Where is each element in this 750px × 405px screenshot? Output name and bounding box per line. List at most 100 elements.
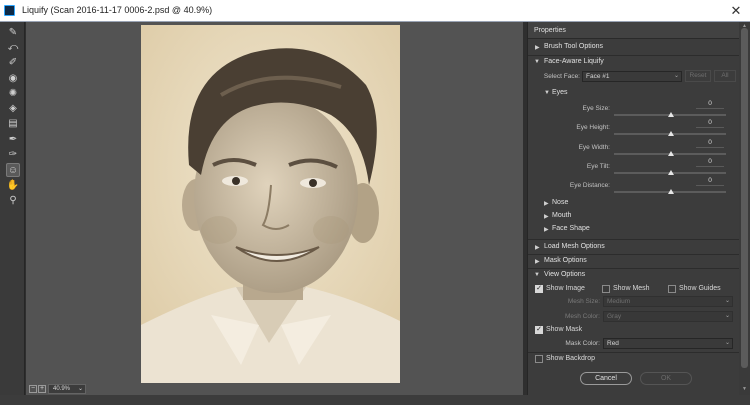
panel-title: Properties	[528, 22, 740, 39]
slider-knob[interactable]	[668, 170, 674, 175]
mesh-size-dropdown[interactable]: Medium ⌄	[603, 296, 733, 307]
section-load-mesh-options[interactable]: ▶ Load Mesh Options	[528, 241, 740, 254]
face-tool-icon[interactable]: ☺	[6, 163, 20, 177]
section-label: Mask Options	[544, 257, 587, 264]
show-guides-checkbox[interactable]	[668, 285, 676, 293]
chevron-down-icon: ▼	[544, 90, 550, 96]
eye-distance-value[interactable]: 0	[696, 177, 724, 186]
zoom-tool-icon[interactable]: ⚲	[6, 194, 20, 208]
chevron-right-icon: ▶	[535, 245, 540, 251]
portrait-illustration	[141, 25, 400, 384]
eye-height-slider[interactable]	[614, 131, 726, 136]
eye-distance-slider[interactable]	[614, 189, 726, 194]
chevron-right-icon: ▶	[544, 214, 549, 220]
thaw-mask-tool-icon[interactable]: ✑	[6, 148, 20, 162]
reset-button[interactable]: Reset	[685, 70, 711, 82]
mask-color-dropdown[interactable]: Red ⌄	[603, 338, 733, 349]
show-backdrop-label: Show Backdrop	[546, 355, 596, 362]
chevron-down-icon: ▼	[534, 59, 540, 65]
mask-color-value: Red	[607, 340, 619, 347]
mesh-size-value: Medium	[607, 298, 631, 305]
twirl-clockwise-tool-icon[interactable]: ◉	[6, 72, 20, 86]
subsection-label: Face Shape	[552, 225, 590, 232]
scroll-down-icon[interactable]: ▼	[742, 386, 747, 392]
show-mask-label: Show Mask	[546, 326, 583, 333]
chevron-down-icon: ▼	[534, 272, 540, 278]
all-button[interactable]: All	[714, 70, 736, 82]
zoom-level-select[interactable]: 40.9% ⌄	[48, 384, 86, 394]
close-icon[interactable]: ✕	[728, 3, 744, 19]
scrollbar-thumb[interactable]	[741, 28, 748, 368]
eye-width-slider[interactable]	[614, 151, 726, 156]
chevron-down-icon: ⌄	[724, 313, 730, 319]
cancel-button[interactable]: Cancel	[580, 372, 632, 385]
chevron-right-icon: ▶	[544, 227, 549, 233]
subsection-face-shape[interactable]: ▶ Face Shape	[528, 223, 740, 236]
portrait-photo[interactable]	[141, 25, 400, 384]
eye-width-value[interactable]: 0	[696, 139, 724, 148]
section-label: View Options	[544, 271, 586, 278]
subsection-label: Eyes	[552, 89, 568, 96]
subsection-label: Mouth	[552, 212, 572, 219]
eye-tilt-value[interactable]: 0	[696, 158, 724, 167]
liquify-toolbar: ✎ ⤺ ✐ ◉ ✺ ◈ ▤ ✒ ✑ ☺ ✋ ⚲	[0, 22, 25, 395]
chevron-down-icon: ⌄	[724, 298, 730, 304]
chevron-down-icon: ⌄	[724, 340, 730, 346]
eye-size-label: Eye Size:	[582, 105, 610, 112]
panel-scrollbar[interactable]: ▲ ▼	[739, 22, 750, 395]
eye-size-slider[interactable]	[614, 112, 726, 117]
pucker-tool-icon[interactable]: ✺	[6, 87, 20, 101]
show-mesh-checkbox[interactable]	[602, 285, 610, 293]
hand-tool-icon[interactable]: ✋	[6, 179, 20, 193]
eye-tilt-label: Eye Tilt:	[586, 163, 610, 170]
mesh-size-label: Mesh Size:	[567, 298, 600, 305]
bloat-tool-icon[interactable]: ◈	[6, 102, 20, 116]
slider-knob[interactable]	[668, 151, 674, 156]
show-image-checkbox[interactable]: ✓	[535, 285, 543, 293]
mesh-color-dropdown[interactable]: Gray ⌄	[603, 311, 733, 322]
mesh-color-value: Gray	[607, 313, 622, 320]
show-mask-checkbox[interactable]: ✓	[535, 326, 543, 334]
section-mask-options[interactable]: ▶ Mask Options	[528, 255, 740, 268]
photoshop-icon	[4, 5, 15, 16]
zoom-in-button[interactable]: +	[38, 385, 46, 393]
show-backdrop-checkbox[interactable]	[535, 355, 543, 363]
eye-distance-label: Eye Distance:	[569, 182, 610, 189]
forward-warp-tool-icon[interactable]: ✎	[6, 26, 20, 40]
select-face-value: Face #1	[586, 73, 610, 80]
mesh-color-label: Mesh Color:	[564, 313, 600, 320]
subsection-eyes[interactable]: ▼ Eyes	[528, 87, 740, 100]
eye-size-value[interactable]: 0	[696, 100, 724, 109]
preview-canvas[interactable]	[26, 22, 523, 395]
push-left-tool-icon[interactable]: ▤	[6, 117, 20, 131]
section-label: Load Mesh Options	[544, 243, 605, 250]
section-label: Face-Aware Liquify	[544, 58, 604, 65]
section-view-options[interactable]: ▼ View Options	[528, 269, 740, 282]
slider-knob[interactable]	[668, 112, 674, 117]
window-titlebar: Liquify (Scan 2016-11-17 0006-2.psd @ 40…	[0, 0, 750, 22]
eye-tilt-slider[interactable]	[614, 170, 726, 175]
chevron-down-icon: ⌄	[77, 386, 83, 392]
smooth-tool-icon[interactable]: ✐	[6, 56, 20, 70]
window-title: Liquify (Scan 2016-11-17 0006-2.psd @ 40…	[22, 5, 213, 15]
subsection-nose[interactable]: ▶ Nose	[528, 197, 740, 210]
eye-width-label: Eye Width:	[578, 144, 610, 151]
eye-height-label: Eye Height:	[576, 124, 610, 131]
section-brush-tool-options[interactable]: ▶ Brush Tool Options	[528, 41, 740, 54]
status-bar	[0, 395, 750, 405]
section-face-aware-liquify[interactable]: ▼ Face-Aware Liquify	[528, 56, 740, 69]
select-face-dropdown[interactable]: Face #1 ⌄	[582, 71, 682, 82]
mask-color-label: Mask Color:	[565, 340, 600, 347]
ok-button[interactable]: OK	[640, 372, 692, 385]
slider-knob[interactable]	[668, 189, 674, 194]
show-guides-label: Show Guides	[679, 285, 721, 292]
subsection-mouth[interactable]: ▶ Mouth	[528, 210, 740, 223]
subsection-label: Nose	[552, 199, 569, 206]
section-label: Brush Tool Options	[544, 43, 604, 50]
slider-knob[interactable]	[668, 131, 674, 136]
reconstruct-tool-icon[interactable]: ⤺	[6, 41, 20, 55]
chevron-right-icon: ▶	[535, 259, 540, 265]
eye-height-value[interactable]: 0	[696, 119, 724, 128]
zoom-out-button[interactable]: −	[29, 385, 37, 393]
freeze-mask-tool-icon[interactable]: ✒	[6, 133, 20, 147]
